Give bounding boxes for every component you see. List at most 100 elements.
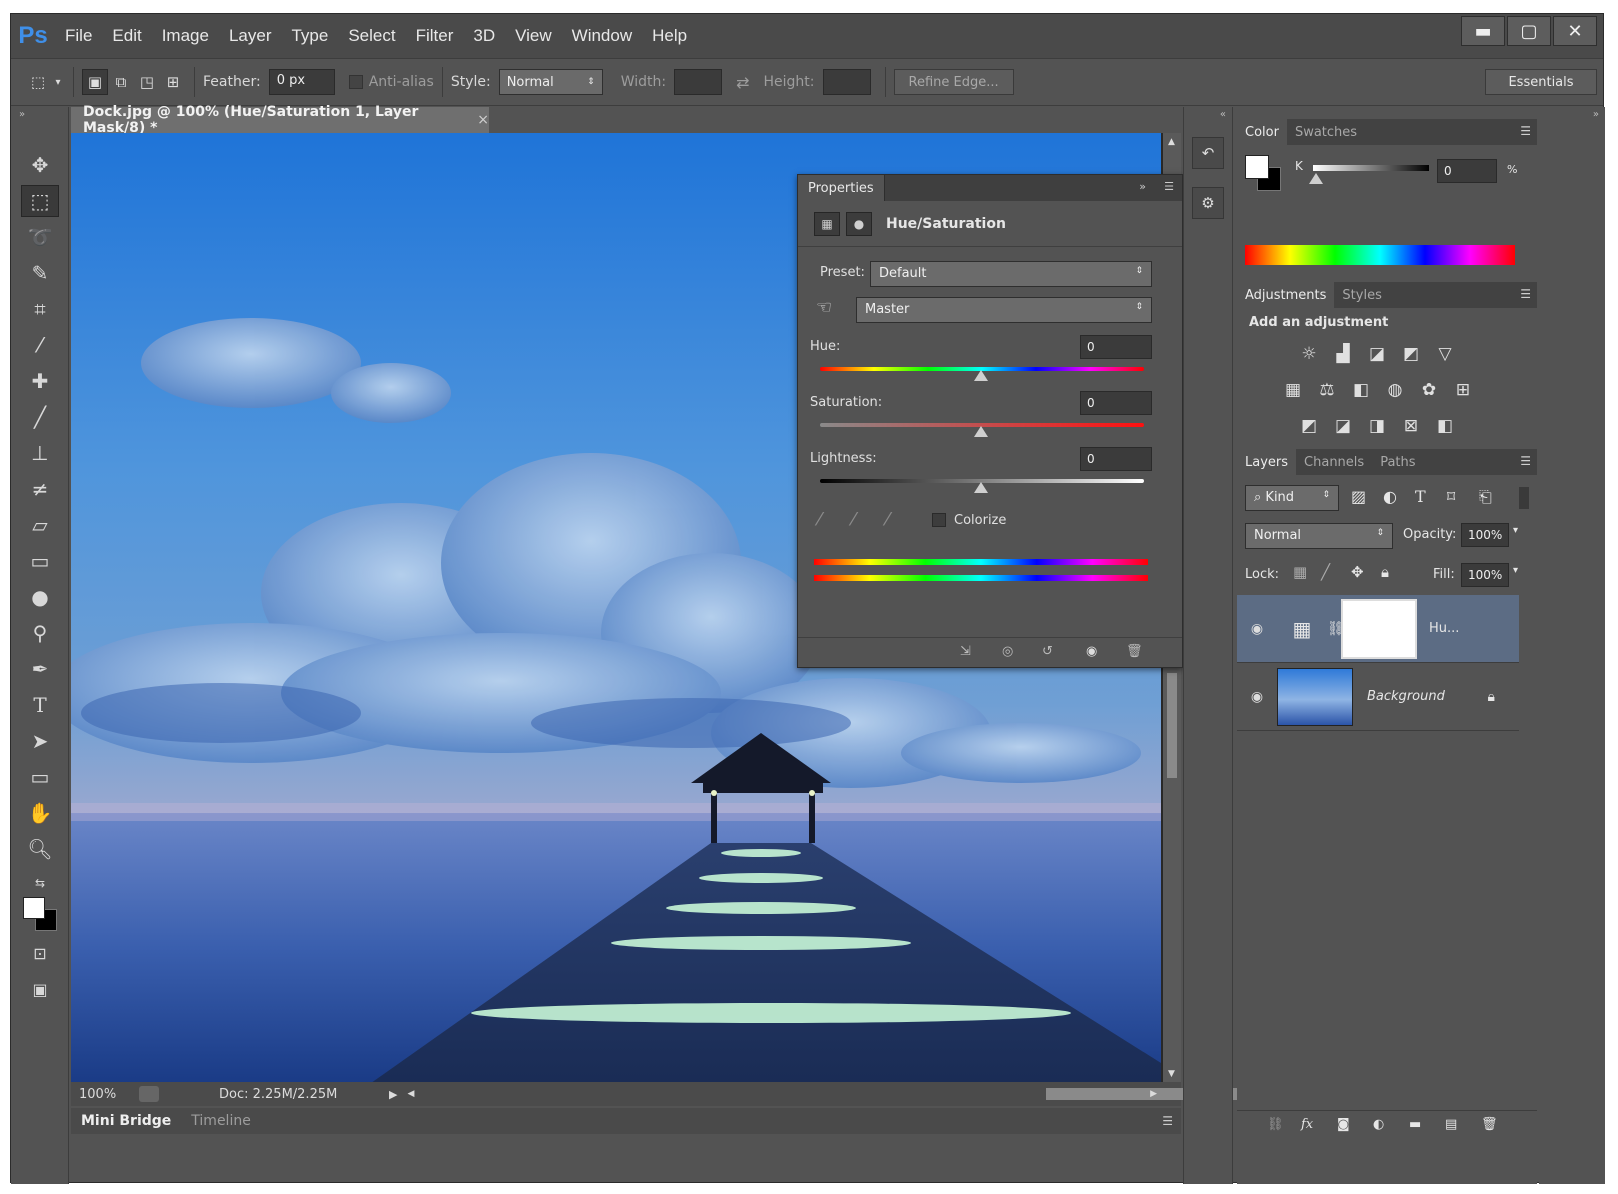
layer-mask-thumbnail[interactable] [1341, 598, 1417, 659]
add-to-selection-icon[interactable]: ⧉ [108, 69, 134, 95]
menu-layer[interactable]: Layer [229, 26, 272, 46]
k-value-input[interactable]: 0 [1437, 159, 1497, 183]
filter-type-icon[interactable]: T [1415, 487, 1426, 506]
opacity-dropdown-icon[interactable]: ▾ [1513, 525, 1518, 536]
collapse-panel-icon[interactable]: » [1139, 180, 1146, 193]
width-input[interactable] [674, 69, 723, 95]
layer-style-fx-icon[interactable]: fx [1301, 1117, 1313, 1132]
menu-file[interactable]: File [65, 26, 92, 46]
hue-slider-handle[interactable] [974, 370, 988, 381]
eyedropper-icon[interactable]: ⁄ [818, 509, 821, 530]
menu-help[interactable]: Help [652, 26, 687, 46]
healing-brush-tool-icon[interactable]: ✚ [21, 365, 59, 397]
intersect-selection-icon[interactable]: ⊞ [160, 69, 186, 95]
expand-panels-icon[interactable]: « [1220, 109, 1226, 120]
saturation-value-input[interactable]: 0 [1080, 391, 1152, 415]
anti-alias-checkbox[interactable] [348, 75, 363, 89]
path-selection-tool-icon[interactable]: ➤ [21, 725, 59, 757]
feather-input[interactable]: 0 px [268, 69, 335, 95]
collapse-dock-icon[interactable]: » [1593, 109, 1599, 120]
menu-view[interactable]: View [515, 26, 552, 46]
close-document-icon[interactable]: × [477, 112, 489, 128]
clone-stamp-tool-icon[interactable]: ⊥ [21, 437, 59, 469]
hue-value-input[interactable]: 0 [1080, 335, 1152, 359]
layer-name[interactable]: Background [1367, 689, 1445, 704]
threshold-icon[interactable]: ◨ [1365, 415, 1389, 437]
eyedropper-minus-icon[interactable]: ⁄ [886, 509, 889, 530]
screen-mode-icon[interactable]: ▣ [21, 973, 59, 1005]
subtract-from-selection-icon[interactable]: ◳ [134, 69, 160, 95]
levels-icon[interactable]: ▟ [1331, 343, 1355, 365]
tab-layers[interactable]: Layers [1237, 449, 1297, 475]
fill-dropdown-icon[interactable]: ▾ [1513, 565, 1518, 576]
blur-tool-icon[interactable]: ● [21, 581, 59, 613]
menu-image[interactable]: Image [162, 26, 209, 46]
add-mask-icon[interactable]: ◙ [1337, 1117, 1350, 1132]
pen-tool-icon[interactable]: ✒ [21, 653, 59, 685]
workspace-switcher[interactable]: Essentials [1485, 69, 1597, 95]
history-panel-icon[interactable]: ↶ [1192, 137, 1224, 169]
fill-input[interactable]: 100% [1461, 563, 1509, 587]
layer-row[interactable]: ◉ Background 🔒︎ [1237, 663, 1519, 731]
tab-styles[interactable]: Styles [1334, 282, 1389, 308]
foreground-color-swatch[interactable] [23, 897, 45, 919]
scroll-up-icon[interactable]: ▲ [1168, 137, 1175, 147]
new-selection-icon[interactable]: ▣ [82, 69, 108, 95]
default-colors-icon[interactable]: ⇆ [21, 867, 59, 899]
menu-3d[interactable]: 3D [473, 26, 495, 46]
link-layers-icon[interactable]: ⛓ [1267, 1117, 1284, 1132]
menu-edit[interactable]: Edit [112, 26, 141, 46]
tab-timeline[interactable]: Timeline [181, 1113, 261, 1129]
collapse-toolbar-icon[interactable]: » [19, 109, 25, 120]
eyedropper-plus-icon[interactable]: ⁄ [852, 509, 855, 530]
curves-icon[interactable]: ◪ [1365, 343, 1389, 365]
rectangle-tool-icon[interactable]: ▭ [21, 761, 59, 793]
filter-smart-object-icon[interactable]: ⎗ [1479, 487, 1492, 507]
channel-mixer-icon[interactable]: ✿ [1417, 379, 1441, 401]
k-slider-track[interactable] [1313, 165, 1429, 171]
history-brush-tool-icon[interactable]: ≠ [21, 473, 59, 505]
scroll-right-icon[interactable]: ▶ [1150, 1089, 1157, 1099]
color-spectrum-ramp[interactable] [1245, 245, 1515, 265]
panel-menu-icon[interactable]: ☰ [1520, 124, 1531, 138]
menu-type[interactable]: Type [291, 26, 328, 46]
visibility-eye-icon[interactable]: ◉ [1237, 689, 1277, 705]
colorize-checkbox[interactable] [932, 513, 946, 527]
status-info-icon[interactable] [139, 1086, 159, 1102]
mask-icon[interactable]: ● [846, 211, 872, 236]
document-tab[interactable]: Dock.jpg @ 100% (Hue/Saturation 1, Layer… [71, 104, 489, 136]
lock-pixels-icon[interactable]: ╱ [1321, 563, 1330, 581]
lasso-tool-icon[interactable]: ➰ [21, 221, 59, 253]
mask-link-icon[interactable]: ⛓ [1327, 621, 1345, 637]
quick-mask-icon[interactable]: ⊡ [21, 937, 59, 969]
black-white-icon[interactable]: ◧ [1349, 379, 1373, 401]
close-button[interactable]: ✕ [1553, 16, 1597, 46]
adjustment-icon[interactable]: ▦ [814, 211, 840, 236]
eraser-tool-icon[interactable]: ▱ [21, 509, 59, 541]
panel-menu-icon[interactable]: ☰ [1520, 287, 1531, 301]
selective-color-icon[interactable]: ⊠ [1399, 415, 1423, 437]
status-menu-arrow-icon[interactable]: ▶ [389, 1088, 397, 1101]
new-group-icon[interactable]: ▬ [1409, 1117, 1421, 1132]
menu-window[interactable]: Window [572, 26, 632, 46]
filter-toggle-switch[interactable] [1519, 487, 1529, 509]
brush-tool-icon[interactable]: ╱ [21, 401, 59, 433]
exposure-icon[interactable]: ◩ [1399, 343, 1423, 365]
scroll-down-icon[interactable]: ▼ [1168, 1069, 1175, 1079]
lock-all-icon[interactable]: 🔒︎ [1381, 563, 1389, 581]
quick-selection-tool-icon[interactable]: ✎ [21, 257, 59, 289]
panel-menu-icon[interactable]: ☰ [1162, 1114, 1173, 1128]
panel-menu-icon[interactable]: ☰ [1520, 454, 1531, 468]
visibility-eye-icon[interactable]: ◉ [1086, 644, 1097, 659]
new-adjustment-layer-icon[interactable]: ◐ [1373, 1117, 1384, 1132]
layer-row[interactable]: ◉ ▦ ⛓ Hu... [1237, 595, 1519, 663]
filter-adjustment-icon[interactable]: ◐ [1383, 487, 1397, 506]
zoom-level[interactable]: 100% [79, 1087, 139, 1102]
properties-panel-icon[interactable]: ⚙ [1192, 187, 1224, 219]
color-balance-icon[interactable]: ⚖ [1315, 379, 1339, 401]
minimize-button[interactable]: ▬ [1461, 16, 1505, 46]
targeted-adjustment-hand-icon[interactable]: ☜ [816, 297, 832, 318]
blend-mode-select[interactable]: Normal ⇕ [1245, 523, 1393, 549]
saturation-slider-handle[interactable] [974, 426, 988, 437]
lightness-value-input[interactable]: 0 [1080, 447, 1152, 471]
